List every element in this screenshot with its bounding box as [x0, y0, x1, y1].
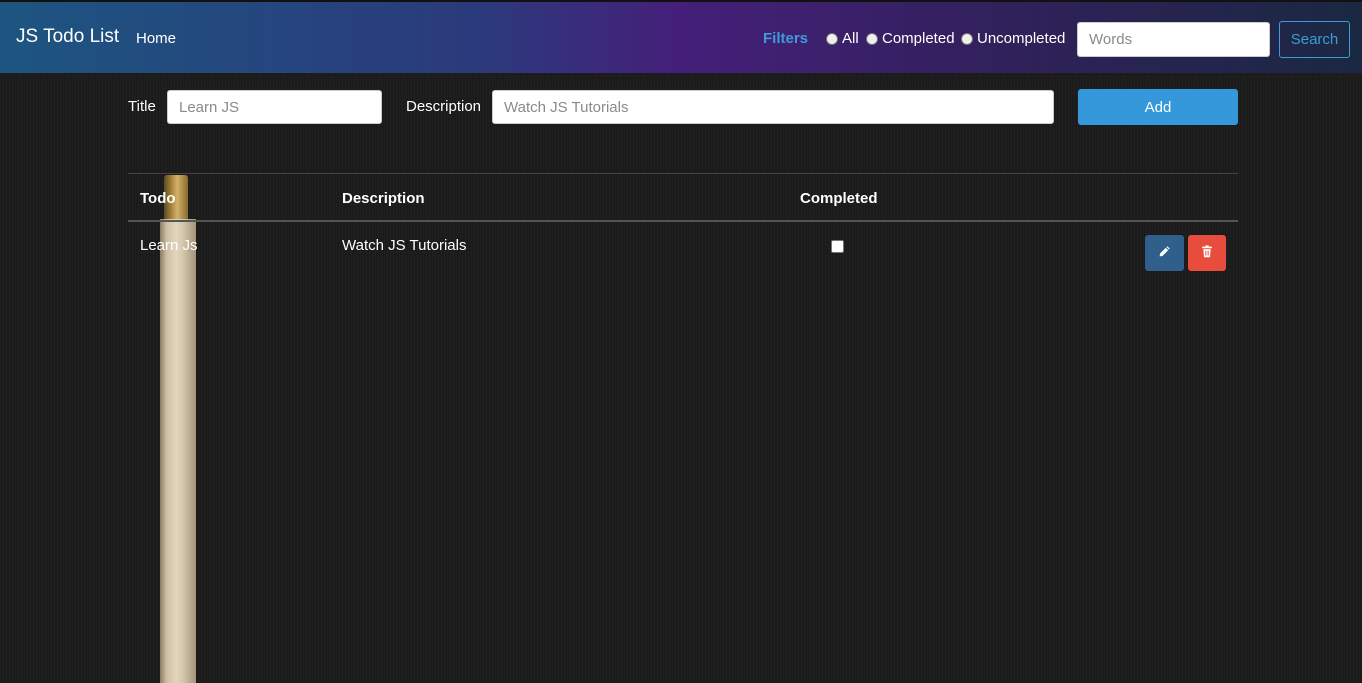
todo-title-cell: Learn Js [140, 237, 198, 254]
todo-description-cell: Watch JS Tutorials [342, 237, 467, 254]
filters-label: Filters [763, 30, 809, 47]
navbar: JS Todo List Home Filters All Completed … [0, 0, 1362, 73]
completed-checkbox[interactable] [831, 240, 844, 253]
description-input[interactable] [492, 90, 1054, 124]
search-input[interactable] [1077, 22, 1270, 57]
pencil-icon [1158, 245, 1171, 261]
title-input[interactable] [167, 90, 382, 124]
column-header-todo: Todo [140, 190, 176, 207]
description-label: Description [406, 98, 482, 115]
delete-button[interactable] [1188, 235, 1226, 271]
filter-uncompleted-radio[interactable] [961, 32, 973, 45]
title-label: Title [128, 98, 156, 115]
table-row: Learn Js Watch JS Tutorials [128, 222, 1238, 282]
filter-uncompleted-option[interactable]: Uncompleted [961, 30, 1065, 47]
pencil-body [160, 219, 196, 683]
filter-all-option[interactable]: All [826, 30, 859, 47]
brand-title[interactable]: JS Todo List [16, 26, 119, 48]
edit-button[interactable] [1145, 235, 1184, 271]
nav-home-link[interactable]: Home [136, 30, 176, 47]
search-button[interactable]: Search [1279, 21, 1350, 58]
todo-table: Todo Description Completed Learn Js Watc… [128, 173, 1238, 282]
filter-all-radio[interactable] [826, 32, 838, 45]
add-button[interactable]: Add [1078, 89, 1238, 125]
filter-completed-radio[interactable] [866, 32, 878, 45]
column-header-description: Description [342, 190, 425, 207]
filter-completed-option[interactable]: Completed [866, 30, 955, 47]
filter-completed-label: Completed [882, 30, 955, 47]
filter-uncompleted-label: Uncompleted [977, 30, 1066, 47]
table-header: Todo Description Completed [128, 173, 1238, 222]
filter-all-label: All [842, 30, 859, 47]
column-header-completed: Completed [800, 190, 878, 207]
trash-icon [1201, 245, 1213, 261]
